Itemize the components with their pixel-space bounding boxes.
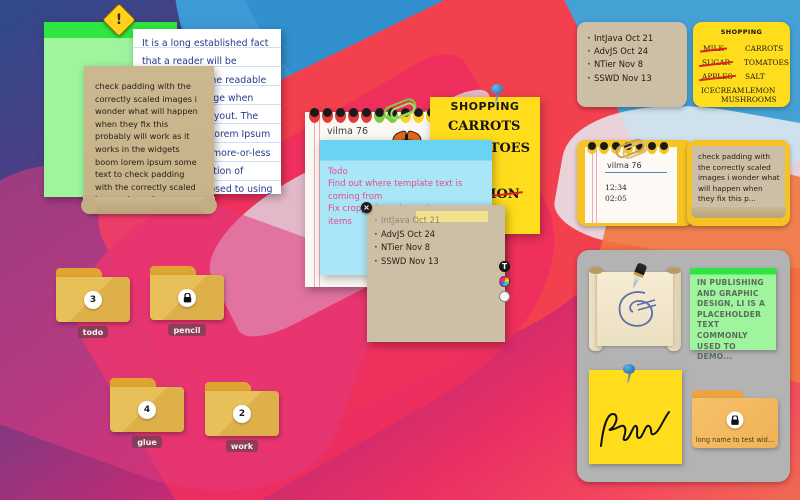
bottom-right-panel: IN PUBLISHING AND GRAPHIC DESIGN, LI IS … bbox=[577, 250, 790, 482]
lock-icon bbox=[178, 288, 196, 307]
pushpin-icon bbox=[621, 364, 637, 384]
shopping-widget-item: TOMATOES bbox=[744, 58, 789, 67]
folder-count-badge: 4 bbox=[138, 400, 156, 419]
shopping-widget-item: CARROTS bbox=[745, 44, 784, 53]
folder-tab bbox=[150, 266, 196, 275]
signature-note[interactable] bbox=[589, 364, 682, 464]
folder-tab bbox=[205, 382, 251, 391]
folder-label: glue bbox=[132, 436, 162, 448]
course-list-item: NTier Nov 8 bbox=[374, 241, 505, 255]
folder-label: pencil bbox=[168, 324, 206, 336]
folder-count-badge: 3 bbox=[84, 290, 102, 309]
blank-tool-button[interactable] bbox=[499, 291, 510, 302]
list-widget-item: SSWD Nov 13 bbox=[587, 72, 687, 85]
ink-squiggle-icon bbox=[618, 291, 657, 327]
shopping-widget-item: LEMON bbox=[745, 86, 776, 95]
scroll-roll-bottom bbox=[81, 197, 217, 214]
folder-tab bbox=[692, 390, 744, 398]
folder-work[interactable]: 2 work bbox=[205, 382, 279, 452]
folder-label: todo bbox=[77, 326, 109, 338]
locked-folder-label: long name to test wid... bbox=[695, 436, 775, 444]
shopping-widget-item: APPLES bbox=[702, 72, 733, 81]
desktop-background: ! It is a long established fact that a r… bbox=[0, 0, 800, 500]
scroll-widget[interactable] bbox=[589, 262, 681, 353]
notepad-widget[interactable]: vilma 76 12:34 02:05 bbox=[577, 136, 693, 226]
course-list-item: IntJava Oct 21 bbox=[374, 214, 505, 228]
text-tool-button[interactable]: T bbox=[499, 261, 510, 272]
notepad-ring bbox=[348, 108, 359, 123]
notepad-widget-time: 02:05 bbox=[605, 194, 627, 203]
course-list-note[interactable]: IntJava Oct 21AdvJS Oct 24NTier Nov 8SSW… bbox=[367, 205, 505, 347]
notepad-title: vilma 76 bbox=[327, 126, 369, 137]
notepad-widget-time: 12:34 bbox=[605, 183, 627, 192]
folder-label: work bbox=[225, 440, 259, 452]
notepad-margin-line-1 bbox=[314, 112, 316, 287]
notepad-widget-ring bbox=[587, 142, 597, 154]
list-widget-item: IntJava Oct 21 bbox=[587, 32, 687, 45]
notepad-widget-margin-1 bbox=[592, 147, 594, 223]
folder-body: 2 bbox=[205, 391, 279, 436]
shopping-widget-item: SUGAR bbox=[702, 58, 731, 67]
placeholder-note-text: IN PUBLISHING AND GRAPHIC DESIGN, LI IS … bbox=[697, 278, 766, 362]
list-widget-item: AdvJS Oct 24 bbox=[587, 45, 687, 58]
color-wheel-tool-button[interactable] bbox=[499, 276, 510, 287]
notepad-widget-title: vilma 76 bbox=[607, 161, 642, 170]
notepad-ring bbox=[335, 108, 346, 123]
notepad-widget-ring bbox=[659, 142, 669, 154]
list-widget[interactable]: IntJava Oct 21AdvJS Oct 24NTier Nov 8SSW… bbox=[577, 22, 687, 107]
close-icon[interactable]: × bbox=[361, 202, 372, 213]
scroll-cap-left bbox=[589, 267, 603, 274]
list-widget-item: NTier Nov 8 bbox=[587, 58, 687, 71]
folder-todo[interactable]: 3 todo bbox=[56, 268, 130, 338]
notepad-ring bbox=[309, 108, 320, 123]
notepad-widget-margin-2 bbox=[596, 147, 598, 223]
todo-line: Find out where template text is coming f… bbox=[328, 179, 463, 202]
folder-body bbox=[150, 275, 224, 320]
shopping-widget-item: ICECREAM bbox=[701, 86, 745, 95]
scroll-cap-right bbox=[667, 267, 681, 274]
notepad-widget-ring bbox=[647, 142, 657, 154]
folder-body: 3 bbox=[56, 277, 130, 322]
folder-body: long name to test wid... bbox=[692, 398, 778, 448]
lock-icon bbox=[726, 411, 744, 429]
list-widget-items: IntJava Oct 21AdvJS Oct 24NTier Nov 8SSW… bbox=[577, 22, 687, 85]
folder-count-badge: 2 bbox=[233, 404, 251, 423]
shopping-item: CARROTS bbox=[448, 119, 521, 134]
parchment-note-text: check padding with the correctly scaled … bbox=[95, 81, 198, 204]
folder-tab bbox=[110, 378, 156, 387]
folder-body: 4 bbox=[110, 387, 184, 432]
folder-tab bbox=[56, 268, 102, 277]
beige-text-widget[interactable]: check padding with the correctly scaled … bbox=[687, 140, 790, 226]
notepad-ring bbox=[322, 108, 333, 123]
locked-folder-widget[interactable]: long name to test wid... bbox=[692, 390, 778, 448]
beige-widget-paper: check padding with the correctly scaled … bbox=[692, 146, 785, 208]
torn-paper-edge bbox=[367, 336, 505, 347]
shopping-note-header: SHOPPING bbox=[450, 100, 520, 113]
shopping-widget-header: SHOPPING bbox=[720, 28, 763, 36]
warning-glyph: ! bbox=[115, 12, 123, 28]
shopping-widget-item: SALT bbox=[745, 72, 765, 81]
notepad-widget-sheet: vilma 76 12:34 02:05 bbox=[585, 147, 677, 223]
course-list-item: AdvJS Oct 24 bbox=[374, 228, 505, 242]
placeholder-green-note[interactable]: IN PUBLISHING AND GRAPHIC DESIGN, LI IS … bbox=[690, 268, 776, 361]
todo-heading: Todo bbox=[328, 167, 348, 177]
course-list: IntJava Oct 21AdvJS Oct 24NTier Nov 8SSW… bbox=[367, 205, 505, 268]
shopping-widget[interactable]: SHOPPING MILK SUGAR APPLES ICECREAM CARR… bbox=[693, 22, 790, 107]
notepad-ring bbox=[361, 108, 372, 123]
beige-widget-roll bbox=[691, 207, 786, 218]
folder-pencil[interactable]: pencil bbox=[150, 266, 224, 336]
shopping-widget-item: MILK bbox=[703, 44, 724, 53]
signature-scribble bbox=[600, 411, 670, 447]
pushpin-icon bbox=[489, 84, 505, 104]
notepad-widget-underline bbox=[605, 172, 667, 174]
parchment-note[interactable]: check padding with the correctly scaled … bbox=[81, 66, 217, 214]
shopping-widget-item: MUSHROOMS bbox=[721, 95, 777, 104]
beige-widget-text: check padding with the correctly scaled … bbox=[698, 152, 780, 203]
notepad-widget-ring bbox=[599, 142, 609, 154]
course-list-item: SSWD Nov 13 bbox=[374, 255, 505, 269]
folder-glue[interactable]: 4 glue bbox=[110, 378, 184, 448]
